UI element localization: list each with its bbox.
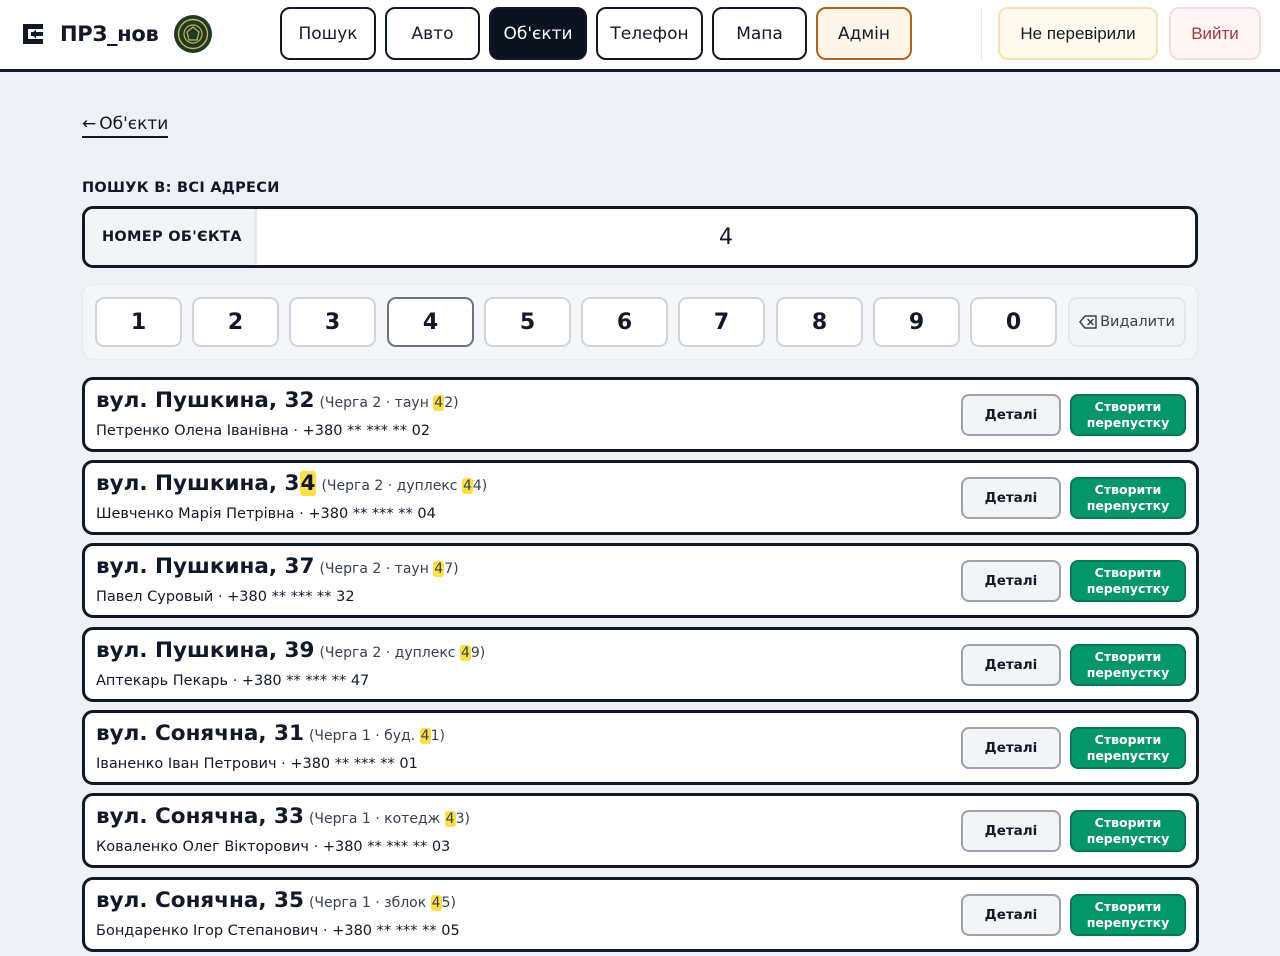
key-1[interactable]: 1 (95, 297, 182, 347)
match-highlight: 4 (459, 645, 471, 661)
result-card: вул. Пушкина, 32 (Черга 2 · таун 42) Пет… (82, 377, 1199, 452)
details-button[interactable]: Деталі (961, 560, 1061, 602)
create-pass-button[interactable]: Створити перепустку (1070, 477, 1186, 519)
result-owner: Іваненко Іван Петрович · +380 ** *** ** … (96, 756, 418, 772)
match-highlight: 4 (461, 478, 473, 494)
details-button[interactable]: Деталі (961, 894, 1061, 936)
key-6[interactable]: 6 (581, 297, 668, 347)
result-address: вул. Сонячна, 35 (96, 888, 304, 913)
result-owner: Коваленко Олег Вікторович · +380 ** *** … (96, 839, 451, 855)
header-divider (981, 8, 982, 62)
object-number-input[interactable] (257, 209, 1195, 265)
nav-auto-button[interactable]: Авто (385, 7, 480, 60)
brand: ПРЗ_нов (20, 14, 213, 54)
result-card: вул. Пушкина, 37 (Черга 2 · таун 47) Пав… (82, 543, 1199, 618)
result-title: вул. Сонячна, 35 (Черга 1 · зблок 45) (96, 888, 456, 913)
details-button[interactable]: Деталі (961, 727, 1061, 769)
delete-button[interactable]: Видалити (1068, 297, 1186, 347)
app-name: ПРЗ_нов (60, 22, 159, 46)
key-7[interactable]: 7 (678, 297, 765, 347)
backspace-icon (1079, 315, 1097, 329)
create-pass-button[interactable]: Створити перепустку (1070, 560, 1186, 602)
details-button[interactable]: Деталі (961, 644, 1061, 686)
number-keypad: 1 2 3 4 5 6 7 8 9 0 Видалити (82, 284, 1198, 360)
emblem-icon (173, 15, 212, 53)
result-address: вул. Пушкина, 39 (96, 638, 315, 663)
result-card: вул. Сонячна, 33 (Черга 1 · котедж 43) К… (82, 793, 1199, 868)
nav-phone-button[interactable]: Телефон (596, 7, 703, 60)
nav-admin-button[interactable]: Адмін (816, 7, 912, 60)
app-logo-icon (23, 24, 43, 44)
nav-map-button[interactable]: Мапа (712, 7, 807, 60)
result-title: вул. Пушкина, 39 (Черга 2 · дуплекс 49) (96, 638, 485, 663)
result-address: вул. Сонячна, 33 (96, 804, 304, 829)
result-card: вул. Сонячна, 35 (Черга 1 · зблок 45) Бо… (82, 877, 1199, 952)
result-meta: (Черга 2 · дуплекс 44) (321, 478, 488, 494)
result-address: вул. Пушкина, 34 (96, 471, 317, 496)
result-meta: (Черга 1 · зблок 45) (308, 895, 456, 911)
object-number-search: НОМЕР ОБ'ЄКТА (82, 206, 1198, 268)
search-field-label: НОМЕР ОБ'ЄКТА (85, 209, 257, 265)
create-pass-button[interactable]: Створити перепустку (1070, 644, 1186, 686)
result-card: вул. Пушкина, 39 (Черга 2 · дуплекс 49) … (82, 627, 1199, 702)
details-button[interactable]: Деталі (961, 394, 1061, 436)
key-3[interactable]: 3 (289, 297, 376, 347)
unchecked-button[interactable]: Не перевірили (998, 7, 1158, 60)
result-owner: Шевченко Марія Петрівна · +380 ** *** **… (96, 506, 436, 522)
back-arrow-icon: ← (82, 114, 97, 134)
key-8[interactable]: 8 (776, 297, 863, 347)
key-2[interactable]: 2 (192, 297, 279, 347)
result-meta: (Черга 2 · дуплекс 49) (319, 645, 486, 661)
create-pass-button[interactable]: Створити перепустку (1070, 894, 1186, 936)
match-highlight: 4 (419, 728, 431, 744)
main-nav: Пошук Авто Об'єкти Телефон Мапа Адмін (280, 7, 921, 60)
nav-search-button[interactable]: Пошук (280, 7, 376, 60)
result-address: вул. Пушкина, 32 (96, 388, 315, 413)
result-meta: (Черга 2 · таун 42) (319, 395, 459, 411)
result-address: вул. Сонячна, 31 (96, 721, 304, 746)
result-title: вул. Пушкина, 32 (Черга 2 · таун 42) (96, 388, 459, 413)
details-button[interactable]: Деталі (961, 810, 1061, 852)
result-card: вул. Сонячна, 31 (Черга 1 · буд. 41) Іва… (82, 710, 1199, 785)
logout-button[interactable]: Вийти (1169, 7, 1261, 60)
back-to-objects-link[interactable]: ← Об'єкти (82, 114, 169, 138)
match-highlight: 4 (433, 395, 445, 411)
create-pass-button[interactable]: Створити перепустку (1070, 394, 1186, 436)
back-link-label: Об'єкти (99, 114, 169, 134)
details-button[interactable]: Деталі (961, 477, 1061, 519)
match-highlight: 4 (299, 471, 317, 496)
result-meta: (Черга 1 · буд. 41) (308, 728, 445, 744)
result-title: вул. Сонячна, 33 (Черга 1 · котедж 43) (96, 804, 470, 829)
match-highlight: 4 (433, 561, 445, 577)
result-address: вул. Пушкина, 37 (96, 554, 315, 579)
result-meta: (Черга 2 · таун 47) (319, 561, 459, 577)
create-pass-button[interactable]: Створити перепустку (1070, 727, 1186, 769)
key-4[interactable]: 4 (387, 297, 474, 347)
key-9[interactable]: 9 (873, 297, 960, 347)
result-card: вул. Пушкина, 34 (Черга 2 · дуплекс 44) … (82, 460, 1199, 535)
result-owner: Петренко Олена Іванівна · +380 ** *** **… (96, 423, 431, 439)
result-owner: Аптекарь Пекарь · +380 ** *** ** 47 (96, 673, 370, 689)
top-header: ПРЗ_нов Пошук Авто Об'єкти Телефон Мапа … (0, 0, 1280, 72)
key-5[interactable]: 5 (484, 297, 571, 347)
result-owner: Павел Суровый · +380 ** *** ** 32 (96, 589, 355, 605)
result-owner: Бондаренко Ігор Степанович · +380 ** ***… (96, 923, 460, 939)
delete-label: Видалити (1100, 314, 1175, 330)
result-title: вул. Пушкина, 37 (Черга 2 · таун 47) (96, 554, 459, 579)
search-scope-label: ПОШУК В: ВСІ АДРЕСИ (82, 180, 280, 196)
result-title: вул. Пушкина, 34 (Черга 2 · дуплекс 44) (96, 471, 487, 496)
match-highlight: 4 (444, 811, 456, 827)
result-title: вул. Сонячна, 31 (Черга 1 · буд. 41) (96, 721, 445, 746)
key-0[interactable]: 0 (970, 297, 1057, 347)
create-pass-button[interactable]: Створити перепустку (1070, 810, 1186, 852)
result-meta: (Черга 1 · котедж 43) (308, 811, 470, 827)
match-highlight: 4 (430, 895, 442, 911)
nav-objects-button[interactable]: Об'єкти (489, 7, 587, 60)
